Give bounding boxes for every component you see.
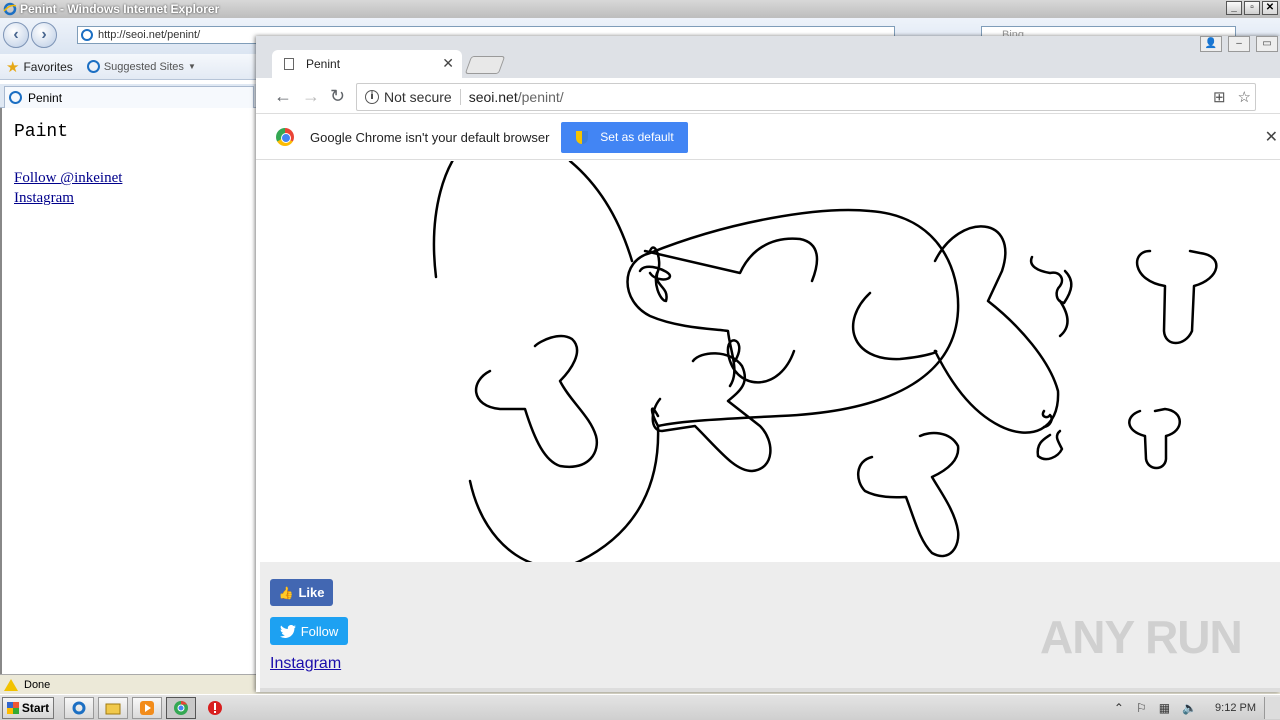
close-infobar-icon[interactable]: ✕	[1265, 127, 1278, 147]
reload-icon[interactable]: ↻	[330, 86, 345, 107]
page-heading: Paint	[14, 122, 69, 142]
url-path: /penint/	[517, 89, 564, 105]
taskbar-chrome-icon[interactable]	[166, 697, 196, 719]
ie-window-title: Penint - Windows Internet Explorer	[20, 2, 220, 16]
infobar-message: Google Chrome isn't your default browser	[310, 129, 550, 145]
follow-link[interactable]: Follow @inkeinet	[14, 170, 122, 187]
chrome-logo-icon	[276, 128, 294, 146]
taskbar-stop-icon[interactable]	[200, 697, 230, 719]
profile-icon[interactable]: 👤	[1200, 36, 1222, 52]
ie-logo-icon	[3, 2, 17, 16]
show-desktop-button[interactable]	[1264, 697, 1280, 719]
thumbs-up-icon: 👍	[278, 585, 294, 600]
paint-canvas[interactable]	[260, 161, 1280, 562]
ie-titlebar: Penint - Windows Internet Explorer _ ▫ ✕	[0, 0, 1280, 18]
chrome-tab[interactable]: Penint ✕	[272, 50, 462, 78]
twitter-follow-button[interactable]: Follow	[270, 617, 348, 645]
close-button[interactable]: ✕	[1262, 1, 1278, 15]
default-browser-infobar: Google Chrome isn't your default browser…	[256, 115, 1280, 160]
instagram-link[interactable]: Instagram	[14, 190, 74, 207]
ie-tab[interactable]: Penint	[4, 86, 254, 108]
star-icon: ★	[6, 58, 20, 76]
document-icon	[284, 58, 294, 70]
forward-arrow-icon[interactable]: →	[302, 86, 320, 107]
clock[interactable]: 9:12 PM	[1215, 702, 1256, 714]
horizontal-scrollbar[interactable]	[260, 688, 1280, 692]
restore-button[interactable]: ▭	[1256, 36, 1278, 52]
taskbar-ie-icon[interactable]	[64, 697, 94, 719]
page-footer: 👍 Like Follow Instagram ANY RUN	[260, 562, 1280, 688]
new-tab-button[interactable]	[464, 56, 506, 74]
restore-button[interactable]: ▫	[1244, 1, 1260, 15]
minimize-button[interactable]: –	[1228, 36, 1250, 52]
suggested-sites-button[interactable]: Suggested Sites ▼	[86, 60, 196, 73]
system-tray: ⌃ ⚐ ▦ 🔈 9:12 PM	[1114, 697, 1256, 719]
chrome-toolbar: ← → ↻ i Not secure seoi.net/penint/ ⊞ ☆	[256, 78, 1280, 114]
network-icon[interactable]: ▦	[1159, 701, 1170, 715]
warning-icon	[4, 678, 18, 691]
set-as-default-label: Set as default	[600, 130, 674, 144]
volume-icon[interactable]: 🔈	[1182, 701, 1197, 715]
info-icon: i	[365, 90, 379, 104]
taskbar-folder-icon[interactable]	[98, 697, 128, 719]
chrome-tab-title: Penint	[306, 57, 341, 71]
follow-label: Follow	[300, 623, 339, 639]
back-arrow-icon[interactable]: ←	[274, 86, 292, 107]
like-label: Like	[298, 585, 325, 600]
taskbar-media-player-icon[interactable]	[132, 697, 162, 719]
set-as-default-button[interactable]: Set as default	[561, 121, 689, 153]
shield-icon	[576, 130, 589, 144]
facebook-like-button[interactable]: 👍 Like	[270, 579, 333, 606]
taskbar: Start ⌃ ⚐ ▦ 🔈 9:12 PM	[0, 694, 1280, 720]
not-secure-label: Not secure	[384, 89, 461, 105]
ie-page-icon	[81, 29, 93, 41]
bookmark-star-icon[interactable]: ☆	[1238, 88, 1251, 106]
windows-logo-icon	[6, 702, 19, 714]
favorites-button[interactable]: ★ Favorites	[6, 58, 73, 76]
show-hidden-icons-icon[interactable]: ⌃	[1114, 701, 1124, 715]
start-label: Start	[21, 701, 50, 715]
forward-button[interactable]: ›	[31, 22, 57, 48]
action-center-flag-icon[interactable]: ⚐	[1136, 701, 1147, 715]
omnibox[interactable]: i Not secure seoi.net/penint/ ⊞ ☆	[356, 83, 1256, 111]
anyrun-watermark: ANY RUN	[1040, 611, 1243, 663]
instagram-link[interactable]: Instagram	[270, 655, 341, 673]
start-button[interactable]: Start	[2, 697, 54, 719]
chrome-window: Penint ✕ 👤 – ▭ ← → ↻ i Not secure seoi.n…	[256, 36, 1280, 692]
twitter-bird-icon	[279, 624, 296, 638]
minimize-button[interactable]: _	[1226, 1, 1242, 15]
chevron-down-icon: ▼	[187, 62, 196, 71]
chrome-tab-strip: Penint ✕ 👤 – ▭	[256, 36, 1280, 78]
ie-tab-title: Penint	[28, 90, 63, 105]
close-tab-icon[interactable]: ✕	[442, 55, 454, 72]
ie-address-text: http://seoi.net/penint/	[98, 29, 201, 41]
translate-icon[interactable]: ⊞	[1213, 88, 1226, 106]
drawing	[432, 161, 1218, 562]
suggested-sites-label: Suggested Sites	[103, 60, 184, 73]
ie-page-icon	[86, 60, 100, 73]
ie-page-icon	[9, 91, 22, 104]
favorites-label: Favorites	[23, 59, 73, 74]
status-text: Done	[24, 678, 51, 691]
back-button[interactable]: ‹	[3, 22, 29, 48]
url-host: seoi.net	[468, 89, 518, 105]
